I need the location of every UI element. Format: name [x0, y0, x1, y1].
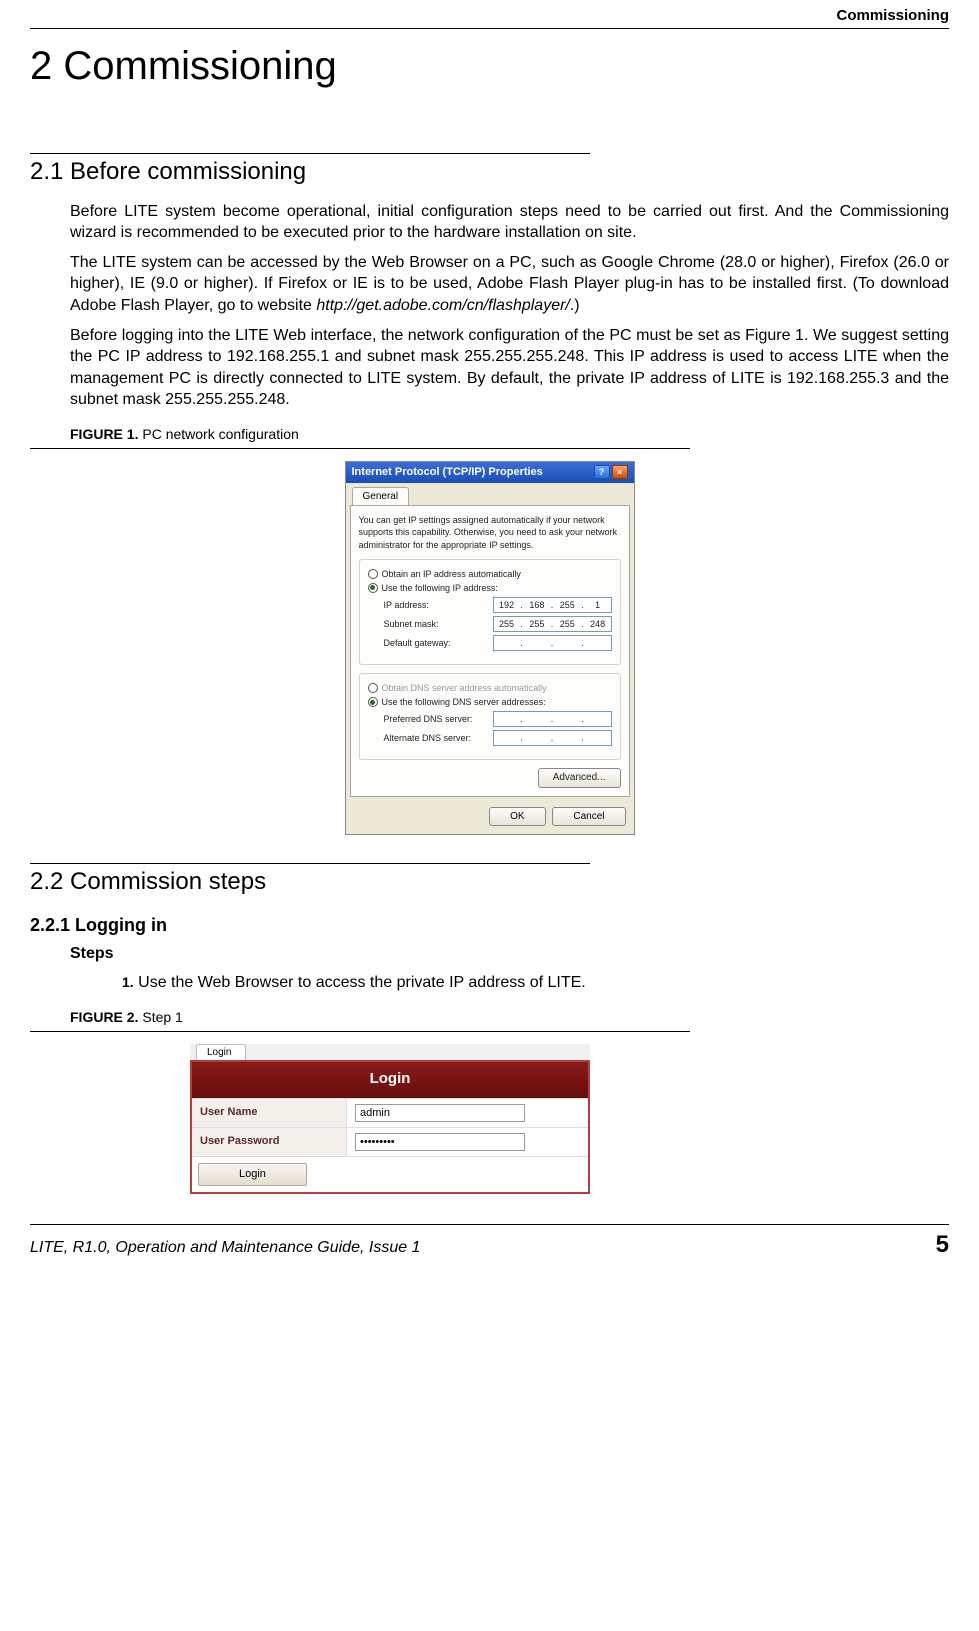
header-rule: [30, 28, 949, 29]
label-mask: Subnet mask:: [384, 618, 493, 630]
row-username: User Name admin: [192, 1098, 588, 1127]
dialog-titlebar: Internet Protocol (TCP/IP) Properties ? …: [346, 462, 634, 483]
label-gateway: Default gateway:: [384, 637, 493, 649]
cancel-button[interactable]: Cancel: [552, 807, 625, 827]
username-input[interactable]: admin: [355, 1104, 525, 1122]
section-221-title: 2.2.1 Logging in: [30, 913, 949, 937]
figure-1-dialog: Internet Protocol (TCP/IP) Properties ? …: [345, 461, 635, 835]
ok-button[interactable]: OK: [489, 807, 545, 827]
default-gateway-field[interactable]: 0. 0. 0. 0: [493, 635, 612, 651]
figure-2-caption: FIGURE 2. Step 1: [70, 1008, 949, 1027]
help-icon[interactable]: ?: [594, 465, 610, 479]
dialog-title-text: Internet Protocol (TCP/IP) Properties: [352, 465, 592, 480]
figure-2-rule: [30, 1031, 690, 1032]
radio-auto-ip[interactable]: Obtain an IP address automatically: [368, 568, 612, 580]
row-alternate-dns: Alternate DNS server: 0. 0. 0. 0: [384, 730, 612, 746]
page-number: 5: [936, 1229, 949, 1261]
radio-icon: [368, 697, 378, 707]
para-21-3: Before logging into the LITE Web interfa…: [70, 325, 949, 411]
radio-use-dns[interactable]: Use the following DNS server addresses:: [368, 696, 612, 708]
label-password: User Password: [192, 1128, 347, 1156]
running-header: Commissioning: [30, 0, 949, 28]
ip-group: Obtain an IP address automatically Use t…: [359, 559, 621, 665]
footer-left: LITE, R1.0, Operation and Maintenance Gu…: [30, 1237, 420, 1259]
flash-url: http://get.adobe.com/cn/flashplayer/: [316, 297, 569, 314]
advanced-button[interactable]: Advanced...: [538, 768, 621, 788]
para-21-1: Before LITE system become operational, i…: [70, 201, 949, 244]
close-icon[interactable]: ×: [612, 465, 628, 479]
steps-heading: Steps: [70, 943, 949, 965]
ip-address-field[interactable]: 192. 168. 255. 1: [493, 597, 612, 613]
dialog-description: You can get IP settings assigned automat…: [359, 514, 621, 550]
label-username: User Name: [192, 1099, 347, 1127]
para-21-2: The LITE system can be accessed by the W…: [70, 252, 949, 317]
browser-tab-login[interactable]: Login: [196, 1044, 246, 1061]
dialog-body: You can get IP settings assigned automat…: [350, 505, 630, 796]
row-preferred-dns: Preferred DNS server: 0. 0. 0. 0: [384, 711, 612, 727]
section-rule: [30, 863, 590, 864]
section-21-title: 2.1 Before commissioning: [30, 156, 949, 188]
browser-chrome: Login: [190, 1044, 590, 1061]
label-pdns: Preferred DNS server:: [384, 713, 493, 725]
figure-1-rule: [30, 448, 690, 449]
section-rule: [30, 153, 590, 154]
tab-general[interactable]: General: [352, 487, 410, 506]
login-button-row: Login: [192, 1156, 588, 1192]
row-default-gateway: Default gateway: 0. 0. 0. 0: [384, 635, 612, 651]
dialog-footer: OK Cancel: [346, 801, 634, 835]
preferred-dns-field[interactable]: 0. 0. 0. 0: [493, 711, 612, 727]
step-1: 1. Use the Web Browser to access the pri…: [122, 972, 949, 994]
figure-1-caption: FIGURE 1. PC network configuration: [70, 425, 949, 444]
dialog-tabs: General: [346, 483, 634, 506]
login-button[interactable]: Login: [198, 1163, 307, 1186]
label-adns: Alternate DNS server:: [384, 732, 493, 744]
subnet-mask-field[interactable]: 255. 255. 255. 248: [493, 616, 612, 632]
password-input[interactable]: •••••••••: [355, 1133, 525, 1151]
row-password: User Password •••••••••: [192, 1127, 588, 1156]
login-header: Login: [192, 1062, 588, 1097]
radio-icon: [368, 683, 378, 693]
row-ip-address: IP address: 192. 168. 255. 1: [384, 597, 612, 613]
chapter-title: 2 Commissioning: [30, 39, 949, 93]
login-panel: Login User Name admin User Password ••••…: [190, 1060, 590, 1193]
alternate-dns-field[interactable]: 0. 0. 0. 0: [493, 730, 612, 746]
radio-icon: [368, 583, 378, 593]
radio-icon: [368, 569, 378, 579]
radio-auto-dns: Obtain DNS server address automatically: [368, 682, 612, 694]
label-ip: IP address:: [384, 599, 493, 611]
page-footer: LITE, R1.0, Operation and Maintenance Gu…: [30, 1225, 949, 1271]
figure-2-login: Login Login User Name admin User Passwor…: [190, 1044, 590, 1194]
radio-use-ip[interactable]: Use the following IP address:: [368, 582, 612, 594]
section-22-title: 2.2 Commission steps: [30, 866, 949, 898]
row-subnet-mask: Subnet mask: 255. 255. 255. 248: [384, 616, 612, 632]
dns-group: Obtain DNS server address automatically …: [359, 673, 621, 760]
